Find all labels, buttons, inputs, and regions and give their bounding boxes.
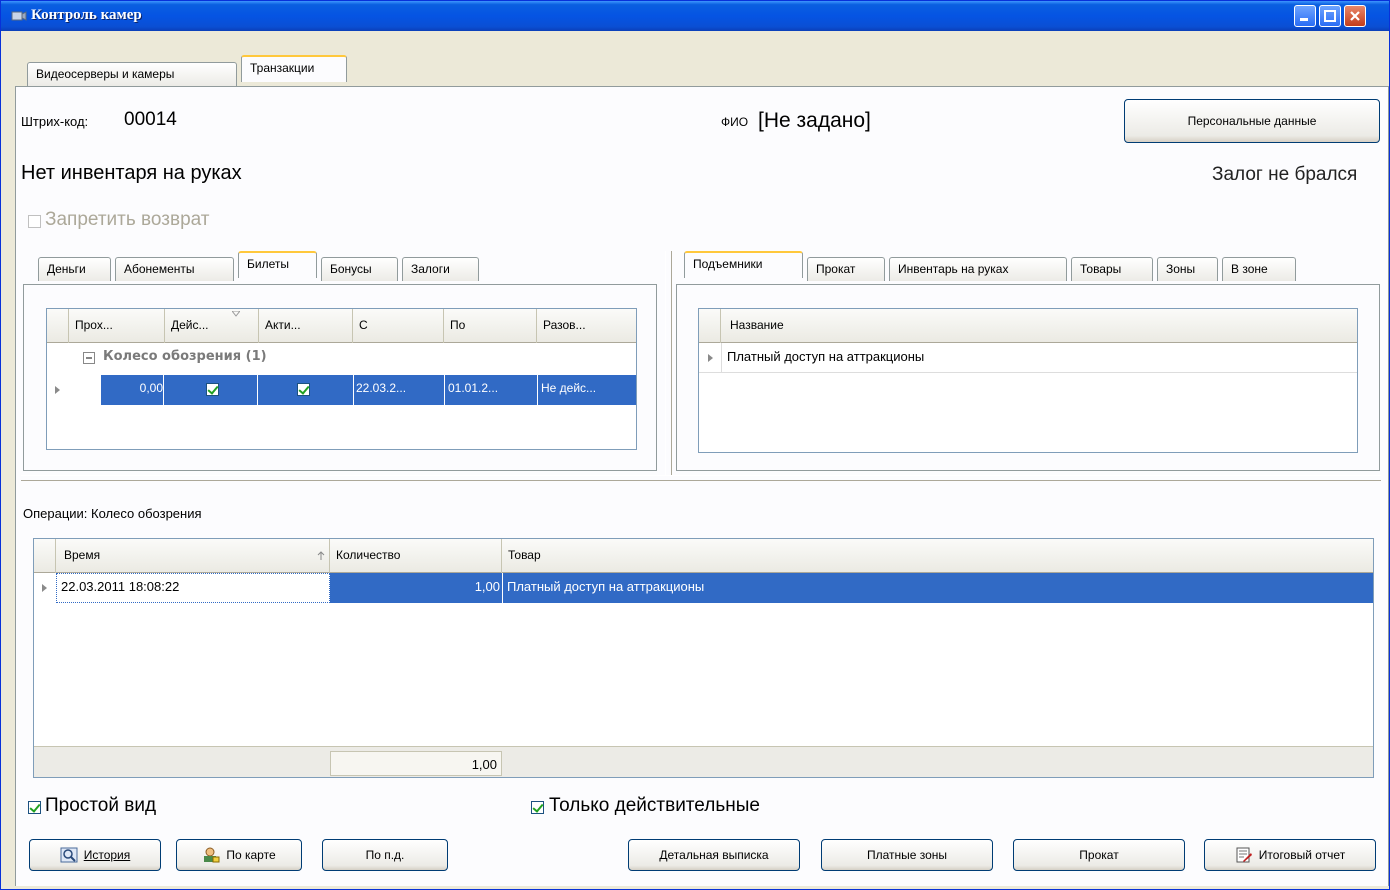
cell-name: Платный доступ на аттракционы — [727, 349, 925, 364]
operations-title: Операции: Колесо обозрения — [23, 506, 202, 521]
history-button[interactable]: История — [29, 839, 161, 871]
row-indicator-icon — [708, 354, 713, 362]
cell-time: 22.03.2011 18:08:22 — [61, 579, 180, 594]
tab-goods[interactable]: Товары — [1071, 257, 1153, 281]
col-from[interactable]: С — [353, 309, 444, 343]
tab-transactions[interactable]: Транзакции — [241, 55, 347, 82]
col-name[interactable]: Название — [721, 309, 1357, 343]
cell-passes: 0,00 — [139, 381, 163, 395]
tab-subscriptions[interactable]: Абонементы — [115, 257, 234, 281]
title-bar[interactable]: Контроль камер — [1, 1, 1389, 31]
close-button[interactable] — [1344, 5, 1366, 27]
table-row[interactable]: 0,00 22.03.2... 01.01.2... Не дейс... — [47, 375, 636, 405]
inventory-status: Нет инвентаря на руках — [21, 162, 242, 184]
detailed-statement-button[interactable]: Детальная выписка — [628, 839, 800, 871]
window-title: Контроль камер — [31, 7, 142, 23]
barcode-label: Штрих-код: — [21, 114, 89, 129]
fio-value: [Не задано] — [758, 109, 871, 132]
main-window: Контроль камер Видеосерверы и камеры Тра… — [0, 0, 1390, 890]
tab-rental[interactable]: Прокат — [807, 257, 885, 281]
group-row[interactable]: Колесо обозрения (1) — [47, 343, 636, 373]
rental-button[interactable]: Прокат — [1013, 839, 1185, 871]
tab-zones[interactable]: Зоны — [1157, 257, 1218, 281]
barcode-value: 00014 — [124, 109, 177, 130]
user-card-icon — [204, 847, 220, 863]
tickets-grid: Прох... Дейс... Акти... С По Разов... Ко… — [46, 308, 637, 450]
tab-inventory[interactable]: Инвентарь на руках — [889, 257, 1067, 281]
close-icon — [1350, 11, 1360, 21]
row-indicator-icon — [42, 584, 47, 592]
operations-grid: Время Количество Товар 22.03.2011 18:08:… — [33, 538, 1374, 778]
minimize-icon — [1300, 18, 1308, 21]
cell-to: 01.01.2... — [448, 381, 499, 395]
lifts-grid: Название Платный доступ на аттракционы — [698, 308, 1358, 453]
by-card-button[interactable]: По карте — [176, 839, 302, 871]
fio-label: ФИО — [721, 115, 749, 129]
cell-item: Платный доступ на аттракционы — [507, 579, 705, 594]
col-quantity[interactable]: Количество — [330, 539, 502, 573]
table-row[interactable]: 22.03.2011 18:08:22 1,00 Платный доступ … — [34, 573, 1373, 603]
collapse-icon[interactable] — [83, 352, 95, 364]
report-icon — [1236, 847, 1252, 863]
cell-single: Не дейс... — [541, 381, 597, 395]
final-report-button[interactable]: Итоговый отчет — [1204, 839, 1376, 871]
simple-view-checkbox[interactable] — [28, 801, 41, 814]
history-icon — [60, 847, 78, 863]
row-indicator-icon — [55, 386, 60, 394]
forbid-return-label: Запретить возврат — [45, 209, 210, 230]
cell-valid-checkbox[interactable] — [206, 383, 219, 396]
tab-bonuses[interactable]: Бонусы — [321, 257, 398, 281]
group-label: Колесо обозрения (1) — [103, 349, 267, 364]
cell-active-checkbox[interactable] — [297, 383, 310, 396]
vertical-splitter[interactable] — [665, 251, 672, 475]
total-quantity: 1,00 — [471, 757, 497, 772]
camera-icon — [11, 11, 27, 21]
tab-tickets[interactable]: Билеты — [238, 251, 317, 278]
only-valid-label: Только действительные — [549, 795, 760, 816]
tab-money[interactable]: Деньги — [38, 257, 111, 281]
col-item[interactable]: Товар — [502, 539, 1373, 573]
col-passes[interactable]: Прох... — [69, 309, 165, 343]
tab-video-servers[interactable]: Видеосерверы и камеры — [27, 62, 237, 86]
tab-in-zone[interactable]: В зоне — [1222, 257, 1296, 281]
col-valid[interactable]: Дейс... — [165, 309, 259, 343]
filter-icon[interactable] — [232, 311, 240, 317]
paid-zones-button[interactable]: Платные зоны — [821, 839, 993, 871]
minimize-button[interactable] — [1294, 5, 1316, 27]
deposit-status: Залог не брался — [1212, 164, 1358, 185]
personal-data-button[interactable]: Персональные данные — [1124, 99, 1380, 143]
cell-quantity: 1,00 — [474, 579, 500, 594]
cell-from: 22.03.2... — [356, 381, 407, 395]
tab-lifts[interactable]: Подъемники — [684, 251, 803, 278]
only-valid-checkbox[interactable] — [531, 801, 544, 814]
tickets-grid-header: Прох... Дейс... Акти... С По Разов... — [47, 309, 636, 343]
table-row[interactable]: Платный доступ на аттракционы — [699, 343, 1357, 373]
simple-view-label: Простой вид — [45, 795, 157, 816]
forbid-return-checkbox[interactable] — [28, 215, 41, 228]
col-active[interactable]: Акти... — [259, 309, 353, 343]
col-to[interactable]: По — [444, 309, 537, 343]
totals-row: 1,00 — [34, 746, 1373, 777]
horizontal-splitter[interactable] — [21, 475, 1381, 481]
maximize-icon — [1324, 10, 1336, 22]
sort-ascending-icon[interactable] — [316, 551, 326, 561]
col-time[interactable]: Время — [56, 539, 330, 573]
tab-deposits[interactable]: Залоги — [402, 257, 479, 281]
maximize-button[interactable] — [1319, 5, 1341, 27]
col-single[interactable]: Разов... — [537, 309, 636, 343]
by-pd-button[interactable]: По п.д. — [322, 839, 448, 871]
